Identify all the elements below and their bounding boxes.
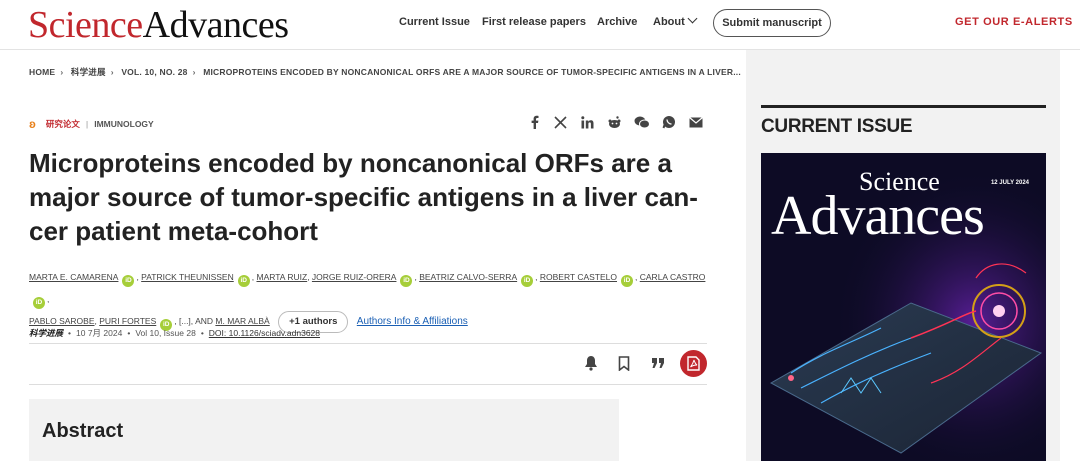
bell-icon[interactable] (582, 353, 600, 373)
category-immunology[interactable]: IMMUNOLOGY (94, 119, 154, 129)
whatsapp-icon[interactable] (661, 114, 677, 130)
linkedin-icon[interactable] (579, 114, 595, 130)
article-title: Microproteins encoded by noncanonical OR… (29, 148, 698, 246)
pdf-download-button[interactable] (680, 350, 707, 377)
current-issue-heading: CURRENT ISSUE (761, 116, 913, 137)
nav-about[interactable]: About (653, 13, 698, 28)
open-access-icon: ʚ (29, 117, 36, 131)
email-icon[interactable] (688, 114, 704, 130)
abstract-heading: Abstract (42, 420, 124, 442)
pdf-icon (687, 356, 700, 371)
current-issue-cover[interactable]: 12 JULY 2024 Science Advances (761, 153, 1046, 461)
orcid-icon[interactable]: iD (122, 275, 135, 287)
site-header: ScienceAdvances Current Issue First rele… (0, 0, 1080, 50)
category-research-article[interactable]: 研究论文 (46, 119, 80, 129)
volume-issue[interactable]: Vol 10, Issue 28 (135, 328, 196, 338)
cover-date: 12 JULY 2024 (990, 180, 1029, 186)
author-link[interactable]: BEATRIZ CALVO-SERRA (419, 272, 517, 282)
author-link[interactable]: PURI FORTES (99, 316, 156, 326)
author-link[interactable]: PABLO SAROBE (29, 316, 95, 326)
author-link[interactable]: JORGE RUIZ-ORERA (312, 272, 397, 282)
submit-manuscript-button[interactable]: Submit manuscript (713, 9, 831, 37)
author-link[interactable]: CARLA CASTRO (640, 272, 706, 282)
logo-advances-text: Advances (142, 4, 289, 46)
author-link[interactable]: MARTA RUIZ (256, 272, 307, 282)
breadcrumb-issue[interactable]: VOL. 10, NO. 28 (121, 67, 187, 77)
logo-science-text: Science (28, 4, 143, 46)
publication-date: 10 7月 2024 (76, 328, 123, 338)
facebook-icon[interactable] (526, 114, 542, 130)
nav-archive[interactable]: Archive (597, 16, 637, 28)
publication-info: 科学进展 • 10 7月 2024 • Vol 10, Issue 28 • DOI: 10… (29, 328, 321, 338)
science-advances-logo[interactable]: ScienceAdvances (28, 5, 289, 45)
author-list: MARTA E. CAMARENA iD, PATRICK THEUNISSEN i… (29, 266, 719, 333)
divider (29, 384, 707, 385)
author-link[interactable]: M. MAR ALBÀ (215, 316, 269, 326)
authors-and: AND (195, 316, 214, 326)
orcid-icon[interactable]: iD (237, 275, 250, 287)
author-link[interactable]: MARTA E. CAMARENA (29, 272, 118, 282)
orcid-icon[interactable]: iD (400, 275, 413, 287)
x-icon[interactable] (552, 114, 568, 130)
doi-link[interactable]: DOI: 10.1126/sciadv.adn3628 (209, 328, 320, 338)
e-alerts-link[interactable]: GET OUR E-ALERTS (955, 16, 1073, 28)
nav-first-release[interactable]: First release papers (482, 16, 586, 28)
bookmark-icon[interactable] (615, 353, 633, 373)
divider (29, 343, 707, 344)
orcid-icon[interactable]: iD (521, 275, 534, 287)
authors-ellipsis[interactable]: [...] (179, 316, 191, 326)
wechat-icon[interactable] (634, 114, 650, 130)
breadcrumb-current: MICROPROTEINS ENCODED BY NONCANONICAL OR… (203, 67, 741, 77)
orcid-icon[interactable]: iD (33, 297, 45, 309)
chevron-down-icon (687, 13, 698, 24)
category-separator: | (85, 119, 89, 129)
nav-current-issue[interactable]: Current Issue (399, 16, 470, 28)
authors-affiliations-link[interactable]: Authors Info & Affiliations (357, 316, 468, 327)
breadcrumb-home[interactable]: HOME (29, 67, 55, 77)
reddit-icon[interactable] (606, 114, 622, 130)
breadcrumb: HOME › 科学进展 › VOL. 10, NO. 28 › MICROPROTEI… (29, 67, 741, 77)
article-meta-row: ʚ 研究论文 | IMMUNOLOGY (29, 116, 154, 131)
cover-title-advances: Advances (771, 185, 985, 247)
abstract-section: Abstract (29, 399, 619, 461)
journal-name[interactable]: 科学进展 (29, 328, 63, 338)
breadcrumb-journal[interactable]: 科学进展 (71, 67, 106, 77)
orcid-icon[interactable]: iD (621, 275, 634, 287)
current-issue-rule (761, 105, 1046, 108)
author-link[interactable]: PATRICK THEUNISSEN (141, 272, 234, 282)
quote-icon[interactable] (649, 353, 667, 373)
author-link[interactable]: ROBERT CASTELO (540, 272, 617, 282)
